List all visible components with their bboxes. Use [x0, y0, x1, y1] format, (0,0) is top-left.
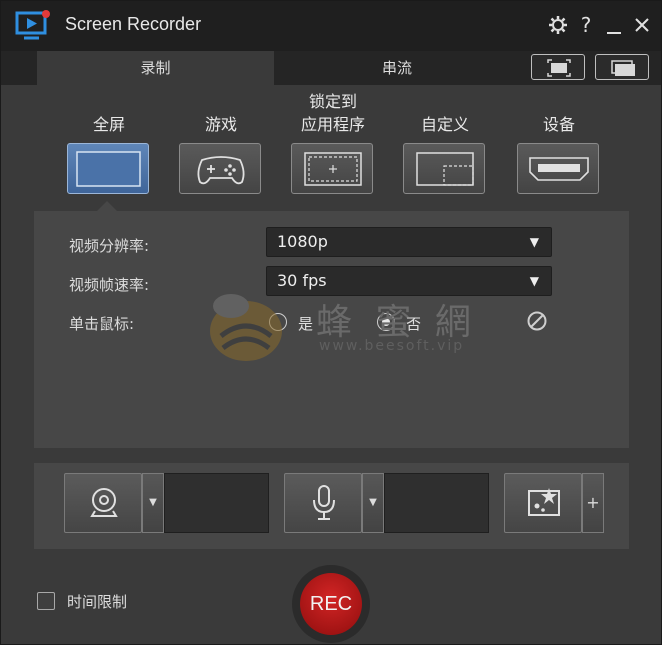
- webcam-dropdown[interactable]: ▼: [142, 473, 164, 533]
- webcam-icon: [90, 488, 118, 517]
- webcam-button[interactable]: [64, 473, 142, 533]
- rec-button[interactable]: REC: [300, 573, 362, 635]
- full-view-button[interactable]: [531, 54, 585, 80]
- hdmi-device-icon: [529, 157, 589, 181]
- windows-view-icon: [611, 60, 635, 76]
- mouse-click-label: 单击鼠标:: [69, 315, 135, 333]
- chevron-down-icon: ▼: [529, 235, 539, 249]
- effects-button[interactable]: [504, 473, 582, 533]
- app-logo-icon: [15, 10, 50, 40]
- tab-record[interactable]: 录制: [37, 51, 274, 85]
- disabled-icon: [526, 310, 548, 332]
- bee-watermark-logo-icon: [210, 294, 282, 361]
- mode-label-device: 设备: [542, 115, 575, 134]
- lock-app-icon: [304, 152, 362, 186]
- chevron-down-icon: ▼: [529, 274, 539, 288]
- gamepad-icon: [197, 156, 245, 185]
- fullscreen-icon: [76, 151, 141, 187]
- microphone-icon: [313, 485, 335, 520]
- fps-label: 视频帧速率:: [69, 276, 150, 294]
- mouse-click-yes-label: 是: [298, 315, 314, 333]
- microphone-button[interactable]: [284, 473, 362, 533]
- help-button[interactable]: ?: [575, 13, 597, 37]
- add-effect-button[interactable]: +: [582, 473, 604, 533]
- compact-view-button[interactable]: [595, 54, 649, 80]
- expand-view-icon: [547, 59, 571, 77]
- webcam-device-slot: [164, 473, 269, 533]
- microphone-device-slot: [384, 473, 489, 533]
- mode-label-lock-app-line1: 锁定到: [308, 92, 357, 111]
- title-bar: Screen Recorder ?: [1, 1, 661, 51]
- settings-gear-icon[interactable]: [547, 13, 569, 37]
- mode-label-game: 游戏: [204, 115, 237, 134]
- time-limit-checkbox[interactable]: [37, 592, 55, 610]
- custom-area-icon: [416, 152, 474, 186]
- tab-bar: 录制 串流: [1, 51, 661, 85]
- mode-custom-button[interactable]: [403, 143, 485, 194]
- watermark-url: www.beesoft.vip: [319, 338, 465, 354]
- screen-recorder-window: Screen Recorder ? 录制 串流 全屏 游戏 锁定到 应用程序 自…: [0, 0, 662, 645]
- fps-select[interactable]: 30 fps ▼: [266, 266, 552, 296]
- active-mode-pointer: [97, 201, 117, 211]
- mode-game-button[interactable]: [179, 143, 261, 194]
- mode-device-button[interactable]: [517, 143, 599, 194]
- time-limit-label: 时间限制: [67, 593, 128, 611]
- mode-label-custom: 自定义: [420, 115, 469, 134]
- minimize-button[interactable]: [603, 13, 625, 37]
- effects-icon: [528, 488, 560, 516]
- resolution-value: 1080p: [277, 232, 328, 251]
- mode-label-lock-app-line2: 应用程序: [300, 115, 365, 134]
- app-title: Screen Recorder: [65, 14, 202, 34]
- mode-lock-app-button[interactable]: [291, 143, 373, 194]
- tab-stream[interactable]: 串流: [274, 51, 520, 85]
- mode-fullscreen-button[interactable]: [67, 143, 149, 194]
- resolution-label: 视频分辨率:: [69, 237, 150, 255]
- close-button[interactable]: [631, 13, 653, 37]
- mode-label-fullscreen: 全屏: [92, 115, 125, 134]
- resolution-select[interactable]: 1080p ▼: [266, 227, 552, 257]
- microphone-dropdown[interactable]: ▼: [362, 473, 384, 533]
